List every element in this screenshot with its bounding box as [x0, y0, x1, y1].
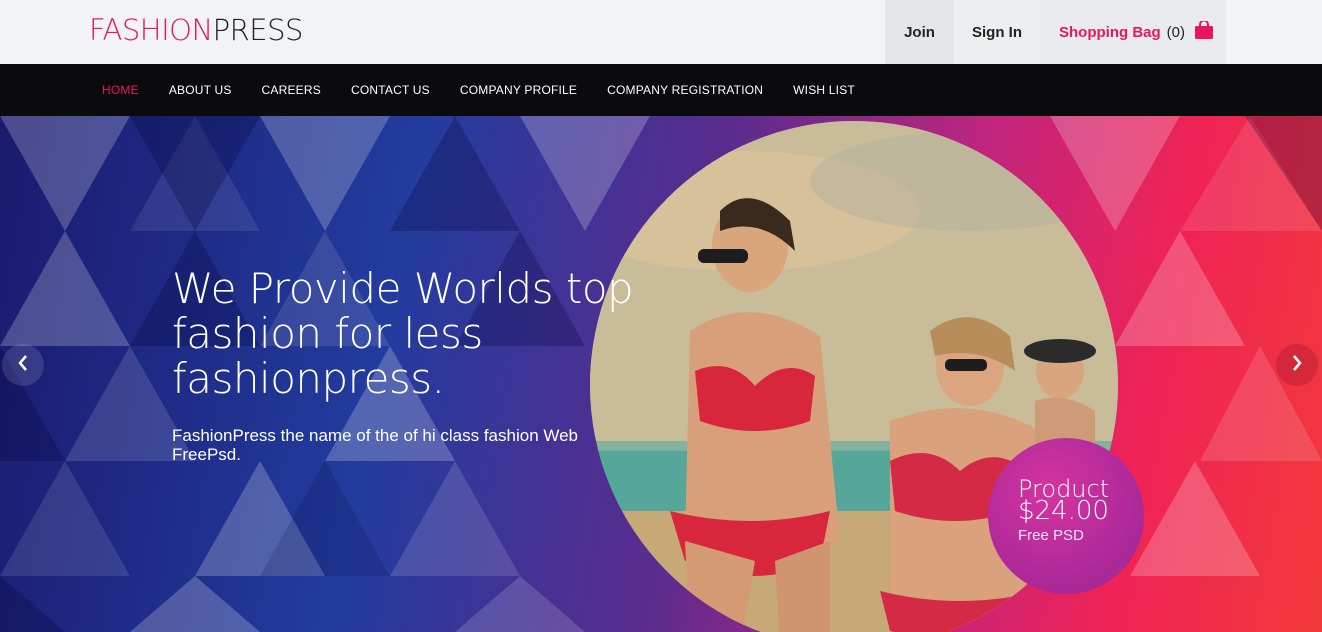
hero-heading-line-1: We Provide Worlds top	[172, 264, 634, 313]
nav-item-company-registration[interactable]: COMPANY REGISTRATION	[607, 83, 763, 97]
nav-item-careers[interactable]: CAREERS	[262, 83, 321, 97]
badge-note: Free PSD	[1018, 527, 1084, 544]
product-price-badge[interactable]: Product $24.00 Free PSD	[988, 438, 1144, 594]
nav-item-home[interactable]: HOME	[102, 83, 139, 97]
main-nav: HOME ABOUT US CAREERS CONTACT US COMPANY…	[0, 64, 1322, 116]
shopping-bag-link[interactable]: Shopping Bag (0)	[1040, 0, 1226, 64]
shopping-bag-label: Shopping Bag	[1059, 23, 1161, 41]
shopping-bag-icon	[1194, 19, 1214, 43]
sign-in-link[interactable]: Sign In	[954, 0, 1040, 64]
nav-item-wish-list[interactable]: WISH LIST	[793, 83, 855, 97]
brand-logo-part1: FASHION	[89, 13, 213, 47]
hero-heading-line-2: fashion for less	[172, 309, 483, 358]
hero-subtext: FashionPress the name of the of hi class…	[172, 426, 579, 464]
hero-heading-line-3: fashionpress.	[172, 354, 445, 403]
hero-heading: We Provide Worlds top fashion for less f…	[172, 266, 642, 401]
top-header: FASHIONPRESS Join Sign In Shopping Bag (…	[0, 0, 1322, 64]
nav-item-company-profile[interactable]: COMPANY PROFILE	[460, 83, 577, 97]
brand-logo-part2: PRESS	[212, 13, 304, 47]
hero-slider: We Provide Worlds top fashion for less f…	[0, 116, 1322, 632]
brand-logo[interactable]: FASHIONPRESS	[89, 13, 303, 47]
shopping-bag-count: (0)	[1166, 23, 1185, 41]
join-link[interactable]: Join	[885, 0, 954, 64]
slider-prev-button[interactable]	[2, 344, 44, 386]
badge-price: $24.00	[1018, 496, 1109, 526]
nav-item-contact-us[interactable]: CONTACT US	[351, 83, 430, 97]
chevron-left-icon	[16, 354, 30, 377]
slider-next-button[interactable]	[1276, 344, 1318, 386]
chevron-right-icon	[1290, 354, 1304, 377]
account-nav: Join Sign In Shopping Bag (0)	[885, 0, 1226, 64]
nav-item-about-us[interactable]: ABOUT US	[169, 83, 232, 97]
